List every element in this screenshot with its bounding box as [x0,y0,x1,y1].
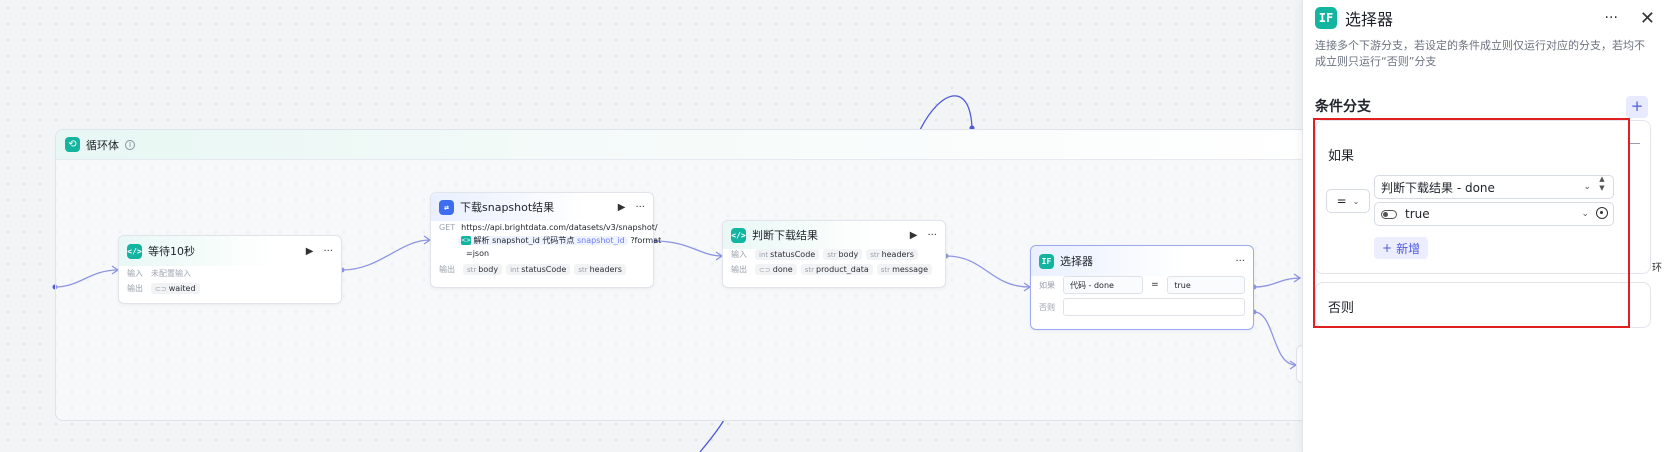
loop-header: ⟲ 循环体 i [56,130,1324,160]
output-label: 输出 [439,265,455,274]
chevron-down-icon: ⌄ [1583,182,1591,192]
collapse-icon[interactable] [1630,143,1640,144]
run-icon[interactable]: ▶ [306,246,314,257]
code-icon: </> [127,243,142,259]
output-var: str message [876,264,933,275]
input-label: 输入 [127,269,143,278]
node-title: 下载snapshot结果 [460,201,555,214]
cond-op: = [1151,280,1159,290]
more-icon[interactable]: ··· [635,202,645,213]
url-suffix: ?format [630,236,662,245]
variable-picker-icon[interactable] [1596,207,1608,219]
code-icon: </> [731,227,746,243]
input-var: int statusCode [755,249,820,260]
http-method: GET [439,223,456,232]
output-var: str body [463,264,503,275]
more-icon[interactable]: ··· [323,246,333,257]
wait-node[interactable]: </> 等待10秒 ▶ ··· 输入 未配置输入 输出 ⊂⊃ waited [118,235,342,304]
node-title: 判断下载结果 [752,229,818,242]
wire-bottom [699,419,725,452]
input-var: str headers [866,249,918,260]
cond-right: true [1167,276,1245,294]
code-icon: <> [461,236,472,245]
url-line3: =json [466,249,490,258]
chevron-down-icon: ⌄ [1352,196,1360,206]
if-icon: IF [1039,253,1054,269]
more-icon[interactable]: ··· [1605,10,1618,26]
else-branch-card: 否则 [1315,282,1651,328]
panel-description: 连接多个下游分支，若设定的条件成立则仅运行对应的分支，若均不成立则只运行“否则”… [1315,39,1645,68]
add-condition-button[interactable]: + 新增 [1374,237,1429,259]
toggle-icon[interactable] [1381,209,1397,219]
wire-top [919,95,973,131]
node-title: 选择器 [1060,255,1093,268]
offscreen-node-label: 环 [1652,263,1662,274]
else-label: 否则 [1328,301,1355,316]
more-icon[interactable]: ··· [927,230,937,241]
if-label: 如果 [1328,149,1355,164]
more-icon[interactable]: ··· [1235,256,1245,267]
else-label: 否则 [1039,302,1055,312]
operator-select[interactable]: = ⌄ [1326,189,1370,213]
run-icon[interactable]: ▶ [910,230,918,241]
http-node[interactable]: ⇄ 下载snapshot结果 ▶ ··· GET https://api.bri… [430,192,661,288]
bool-icon: ⊂⊃ [759,266,771,274]
run-icon[interactable]: ▶ [618,202,626,213]
input-label: 输入 [731,250,747,259]
loop-icon: ⟲ [65,137,80,152]
var-chip: <> 解析 snapshot_id 代码节点 snapshot_id [458,236,628,245]
variable-select[interactable]: 判断下载结果 - done ⌄ [1374,175,1614,199]
add-branch-button[interactable]: + [1626,96,1648,118]
loop-title: 循环体 [86,138,119,152]
input-placeholder: 未配置输入 [151,269,191,278]
judge-node[interactable]: </> 判断下载结果 ▶ ··· 输入 int statusCode str bod… [722,220,946,288]
node-title: 等待10秒 [148,245,195,258]
chevron-down-icon: ⌄ [1581,209,1589,219]
input-var: str body [823,249,863,260]
close-icon[interactable]: ✕ [1640,8,1655,29]
if-branch-card: 如果 = ⌄ 判断下载结果 - done ⌄ ▲ ▼ true ⌄ + 新增 [1315,120,1651,274]
stepper-icon[interactable]: ▲ ▼ [1595,175,1609,193]
selector-config-panel[interactable]: IF 选择器 ··· ✕ 连接多个下游分支，若设定的条件成立则仅运行对应的分支，… [1302,0,1667,452]
output-var: int statusCode [506,264,571,275]
output-label: 输出 [127,284,143,293]
output-var: ⊂⊃ done [755,264,797,275]
if-icon: IF [1315,7,1337,29]
else-box [1063,298,1245,316]
panel-title: 选择器 [1345,10,1394,29]
selector-node[interactable]: IF 选择器 ··· 如果 代码 - done = true 否则 [1030,245,1254,330]
cond-left: 代码 - done [1063,276,1143,294]
if-label: 如果 [1039,280,1055,290]
output-label: 输出 [731,265,747,274]
output-var: ⊂⊃ waited [151,283,200,294]
section-title: 条件分支 [1315,99,1371,115]
output-var: str product_data [800,264,873,275]
plus-icon: + [1382,241,1393,255]
url-line1: https://api.brightdata.com/datasets/v3/s… [461,223,658,232]
value-input[interactable]: true ⌄ [1374,202,1614,226]
bool-icon: ⊂⊃ [155,285,167,293]
http-icon: ⇄ [439,199,454,215]
info-icon[interactable]: i [125,139,135,150]
output-var: str headers [574,264,626,275]
